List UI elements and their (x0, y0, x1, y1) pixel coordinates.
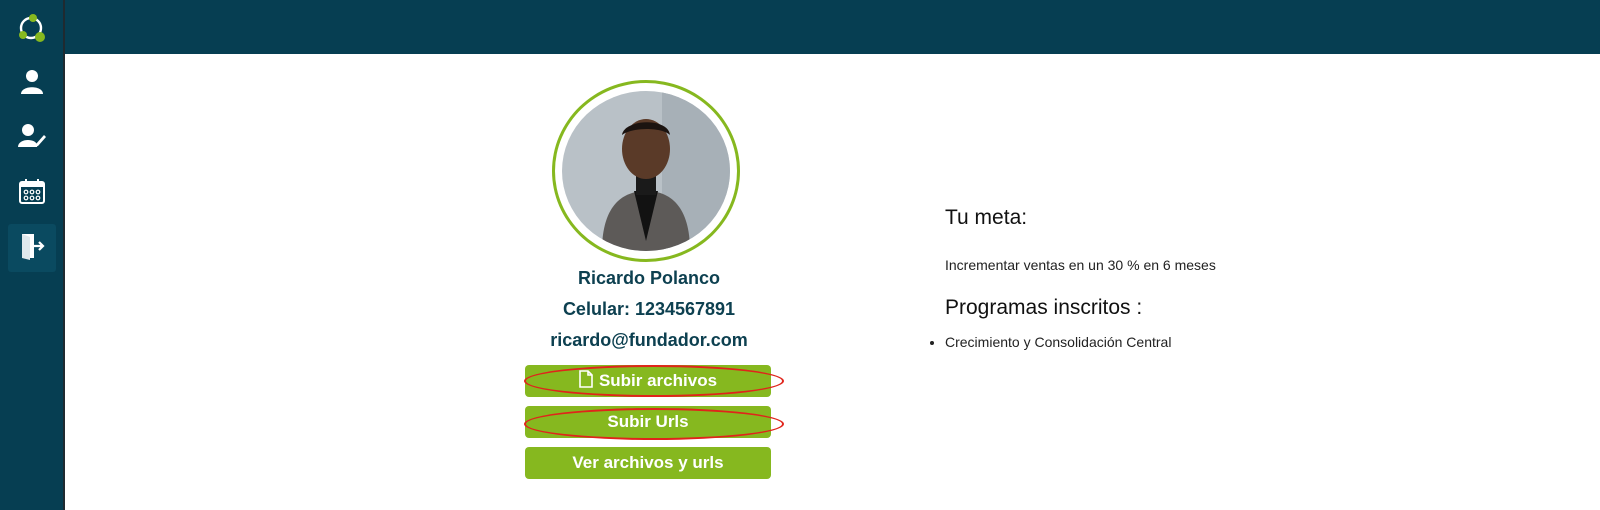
view-files-urls-label: Ver archivos y urls (572, 453, 724, 472)
file-icon (579, 369, 593, 393)
profile-email: ricardo@fundador.com (550, 330, 748, 350)
sidebar-item-profile[interactable] (15, 67, 49, 101)
sidebar (0, 0, 65, 510)
top-bar (0, 0, 1600, 54)
app-logo-icon[interactable] (16, 13, 48, 45)
upload-urls-button[interactable]: Subir Urls (525, 406, 771, 438)
goal-text: Incrementar ventas en un 30 % en 6 meses (945, 257, 1216, 273)
upload-files-label: Subir archivos (598, 371, 718, 390)
upload-urls-label: Subir Urls (607, 412, 689, 431)
upload-files-button[interactable]: Subir archivos (525, 365, 771, 397)
view-files-urls-button[interactable]: Ver archivos y urls (525, 447, 771, 479)
programs-list: Crecimiento y Consolidación Central (928, 334, 1171, 350)
profile-photo (562, 91, 730, 251)
profile-name: Ricardo Polanco (577, 268, 721, 288)
calendar-icon (19, 178, 45, 209)
logout-icon (19, 232, 45, 265)
user-icon (20, 69, 44, 100)
sidebar-item-logout[interactable] (8, 224, 56, 272)
list-item: Crecimiento y Consolidación Central (945, 334, 1171, 350)
user-edit-icon (18, 123, 46, 154)
programs-heading: Programas inscritos : (945, 296, 1143, 319)
profile-phone: Celular: 1234567891 (562, 299, 736, 319)
sidebar-item-calendar[interactable] (15, 176, 49, 210)
profile-photo-frame (552, 80, 740, 262)
goal-heading: Tu meta: (945, 206, 1028, 229)
sidebar-item-edit-profile[interactable] (15, 121, 49, 155)
